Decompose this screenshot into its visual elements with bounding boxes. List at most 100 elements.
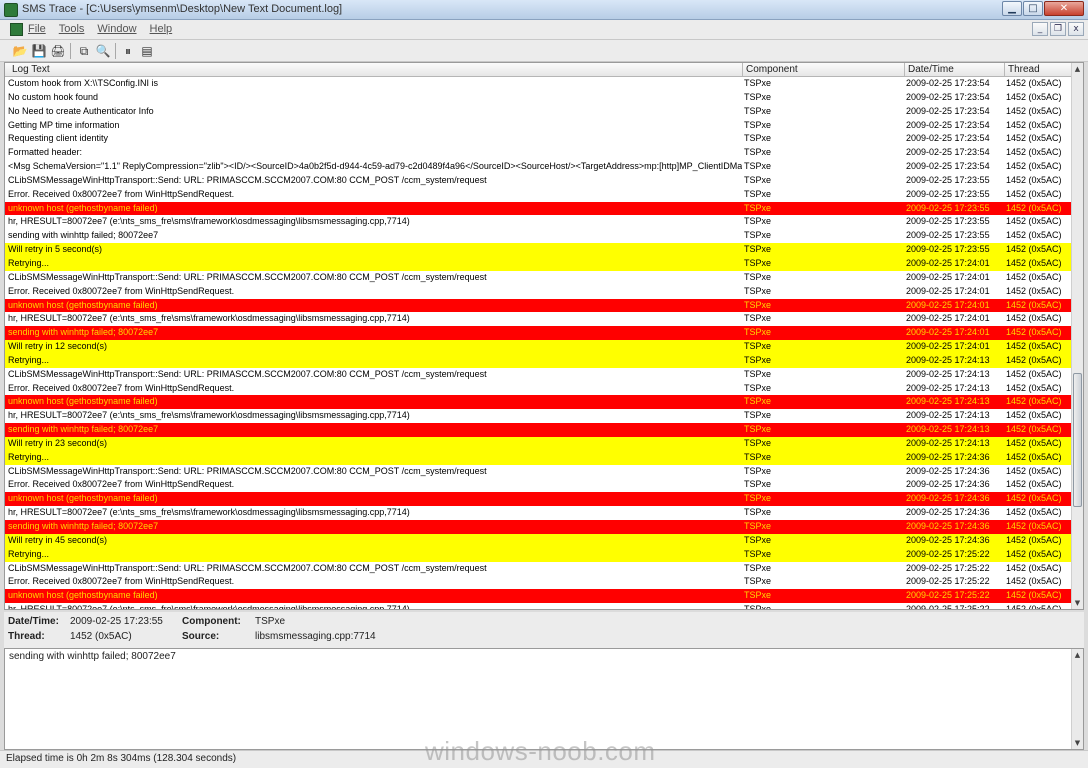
scroll-down-icon[interactable]: ▼ [1072, 737, 1083, 749]
thread-cell: 1452 (0x5AC) [1006, 534, 1062, 545]
component-cell: TSPxe [744, 105, 772, 116]
log-row[interactable]: Error. Received 0x80072ee7 from WinHttpS… [5, 575, 1071, 589]
log-row[interactable]: Formatted header: TSPxe 2009-02-25 17:23:5… [5, 146, 1071, 160]
menu-tools[interactable]: Tools [59, 23, 85, 35]
log-row[interactable]: sending with winhttp failed; 80072ee7 TSP… [5, 326, 1071, 341]
log-row[interactable]: Getting MP time information TSPxe 2009-02-… [5, 119, 1071, 133]
maximize-button[interactable]: □ [1023, 1, 1043, 16]
column-header-datetime[interactable]: Date/Time [908, 64, 954, 75]
log-list[interactable]: Log Text Component Date/Time Thread Cust… [4, 62, 1084, 610]
log-row[interactable]: hr, HRESULT=80072ee7 (e:\nts_sms_fre\sms… [5, 409, 1071, 423]
open-icon[interactable]: 📂 [12, 43, 28, 59]
log-row[interactable]: No custom hook found TSPxe 2009-02-25 17:2… [5, 91, 1071, 105]
log-row[interactable]: No Need to create Authenticator Info TSPx… [5, 105, 1071, 119]
log-row[interactable]: <Msg SchemaVersion="1.1" ReplyCompressio… [5, 160, 1071, 174]
log-row[interactable]: CLibSMSMessageWinHttpTransport::Send: UR… [5, 271, 1071, 285]
log-row[interactable]: Error. Received 0x80072ee7 from WinHttpS… [5, 285, 1071, 299]
thread-cell: 1452 (0x5AC) [1006, 451, 1062, 462]
scrollbar-thumb[interactable] [1073, 373, 1082, 507]
log-row[interactable]: Retrying... TSPxe 2009-02-25 17:24:01 1452 … [5, 256, 1071, 271]
log-row[interactable]: Will retry in 23 second(s) TSPxe 2009-02-2… [5, 436, 1071, 451]
doc-close-button[interactable]: x [1068, 22, 1084, 36]
log-row[interactable]: sending with winhttp failed; 80072ee7 TSP… [5, 423, 1071, 437]
document-icon[interactable] [10, 23, 23, 36]
minimize-button[interactable]: ▁ [1002, 1, 1022, 16]
pause-icon[interactable]: ⏸ [120, 43, 136, 59]
component-cell: TSPxe [744, 299, 772, 310]
datetime-cell: 2009-02-25 17:25:22 [906, 548, 990, 559]
log-row[interactable]: Retrying... TSPxe 2009-02-25 17:24:36 1452 … [5, 450, 1071, 465]
log-scrollbar[interactable]: ▲ ▼ [1071, 63, 1083, 609]
log-text-cell: Requesting client identity [8, 133, 109, 144]
log-text-cell: No custom hook found [8, 91, 99, 102]
component-cell: TSPxe [744, 576, 772, 587]
log-row[interactable]: CLibSMSMessageWinHttpTransport::Send: UR… [5, 174, 1071, 188]
log-row[interactable]: CLibSMSMessageWinHttpTransport::Send: UR… [5, 368, 1071, 382]
column-header-component[interactable]: Component [746, 64, 798, 75]
menu-help[interactable]: Help [150, 23, 173, 35]
print-icon[interactable]: 🖨 [50, 43, 66, 59]
log-row[interactable]: unknown host (gethostbyname failed) TSPxe… [5, 298, 1071, 313]
log-row[interactable]: sending with winhttp failed; 80072ee7 TSP… [5, 520, 1071, 534]
component-cell: TSPxe [744, 78, 772, 88]
log-text-cell: unknown host (gethostbyname failed) [8, 299, 158, 310]
component-cell: TSPxe [744, 257, 772, 268]
log-row[interactable]: Requesting client identity TSPxe 2009-02-2… [5, 132, 1071, 146]
component-cell: TSPxe [744, 424, 772, 435]
log-row[interactable]: Error. Received 0x80072ee7 from WinHttpS… [5, 382, 1071, 396]
log-row[interactable]: Will retry in 5 second(s) TSPxe 2009-02-25… [5, 243, 1071, 257]
message-scrollbar[interactable]: ▲ ▼ [1071, 649, 1083, 749]
log-row[interactable]: sending with winhttp failed; 80072ee7 TSP… [5, 229, 1071, 243]
scroll-down-icon[interactable]: ▼ [1072, 597, 1083, 609]
datetime-label: Date/Time: [8, 616, 59, 627]
copy-icon[interactable]: ⧉ [76, 43, 92, 59]
log-text-cell: sending with winhttp failed; 80072ee7 [8, 521, 159, 531]
find-icon[interactable]: 🔍 [95, 43, 111, 59]
log-row[interactable]: Retrying... TSPxe 2009-02-25 17:25:22 1452 … [5, 547, 1071, 562]
log-row[interactable]: unknown host (gethostbyname failed) TSPxe… [5, 589, 1071, 604]
close-button[interactable]: ✕ [1044, 1, 1084, 16]
log-row[interactable]: hr, HRESULT=80072ee7 (e:\nts_sms_fre\sms… [5, 312, 1071, 326]
log-row[interactable]: unknown host (gethostbyname failed) TSPxe… [5, 492, 1071, 507]
log-row[interactable]: hr, HRESULT=80072ee7 (e:\nts_sms_fre\sms… [5, 215, 1071, 229]
log-row[interactable]: unknown host (gethostbyname failed) TSPxe… [5, 201, 1071, 216]
component-cell: TSPxe [744, 202, 772, 213]
toolbar-separator [115, 43, 116, 59]
log-text-cell: hr, HRESULT=80072ee7 (e:\nts_sms_fre\sms… [8, 603, 742, 609]
log-row[interactable]: Error. Received 0x80072ee7 from WinHttpS… [5, 188, 1071, 202]
log-row[interactable]: Custom hook from X:\\TSConfig.INI is TSPx… [5, 77, 1071, 91]
component-cell: TSPxe [744, 590, 772, 601]
save-icon[interactable]: 💾 [31, 43, 47, 59]
scroll-up-icon[interactable]: ▲ [1072, 649, 1083, 661]
log-row[interactable]: unknown host (gethostbyname failed) TSPxe… [5, 395, 1071, 410]
thread-cell: 1452 (0x5AC) [1006, 188, 1062, 199]
message-panel[interactable]: sending with winhttp failed; 80072ee7 ▲ … [4, 648, 1084, 750]
highlight-icon[interactable]: ▤ [139, 43, 155, 59]
log-row[interactable]: CLibSMSMessageWinHttpTransport::Send: UR… [5, 465, 1071, 479]
component-cell: TSPxe [744, 91, 772, 102]
column-header-log-text[interactable]: Log Text [12, 64, 50, 75]
scroll-up-icon[interactable]: ▲ [1072, 63, 1083, 75]
log-row[interactable]: Retrying... TSPxe 2009-02-25 17:24:13 1452 … [5, 353, 1071, 368]
datetime-cell: 2009-02-25 17:25:22 [906, 603, 1002, 609]
menu-window[interactable]: Window [97, 23, 136, 35]
log-text-cell: unknown host (gethostbyname failed) [8, 202, 158, 213]
datetime-value: 2009-02-25 17:23:55 [70, 616, 163, 627]
menu-file[interactable]: File [28, 23, 46, 35]
log-row[interactable]: Error. Received 0x80072ee7 from WinHttpS… [5, 478, 1071, 492]
log-row[interactable]: hr, HRESULT=80072ee7 (e:\nts_sms_fre\sms… [5, 603, 1071, 609]
doc-minimize-button[interactable]: _ [1032, 22, 1048, 36]
datetime-cell: 2009-02-25 17:24:36 [906, 493, 990, 504]
log-row[interactable]: CLibSMSMessageWinHttpTransport::Send: UR… [5, 562, 1071, 576]
log-text-cell: Will retry in 12 second(s) [8, 341, 108, 352]
datetime-cell: 2009-02-25 17:24:13 [906, 410, 990, 421]
component-cell: TSPxe [744, 382, 772, 393]
doc-restore-button[interactable]: ❐ [1050, 22, 1066, 36]
log-row[interactable]: hr, HRESULT=80072ee7 (e:\nts_sms_fre\sms… [5, 506, 1071, 520]
datetime-cell: 2009-02-25 17:23:55 [906, 174, 990, 185]
log-row[interactable]: Will retry in 45 second(s) TSPxe 2009-02-2… [5, 533, 1071, 548]
column-header-thread[interactable]: Thread [1008, 64, 1040, 75]
log-row[interactable]: Will retry in 12 second(s) TSPxe 2009-02-2… [5, 340, 1071, 354]
thread-cell: 1452 (0x5AC) [1006, 437, 1062, 448]
source-value: libsmsmessaging.cpp:7714 [255, 631, 376, 642]
